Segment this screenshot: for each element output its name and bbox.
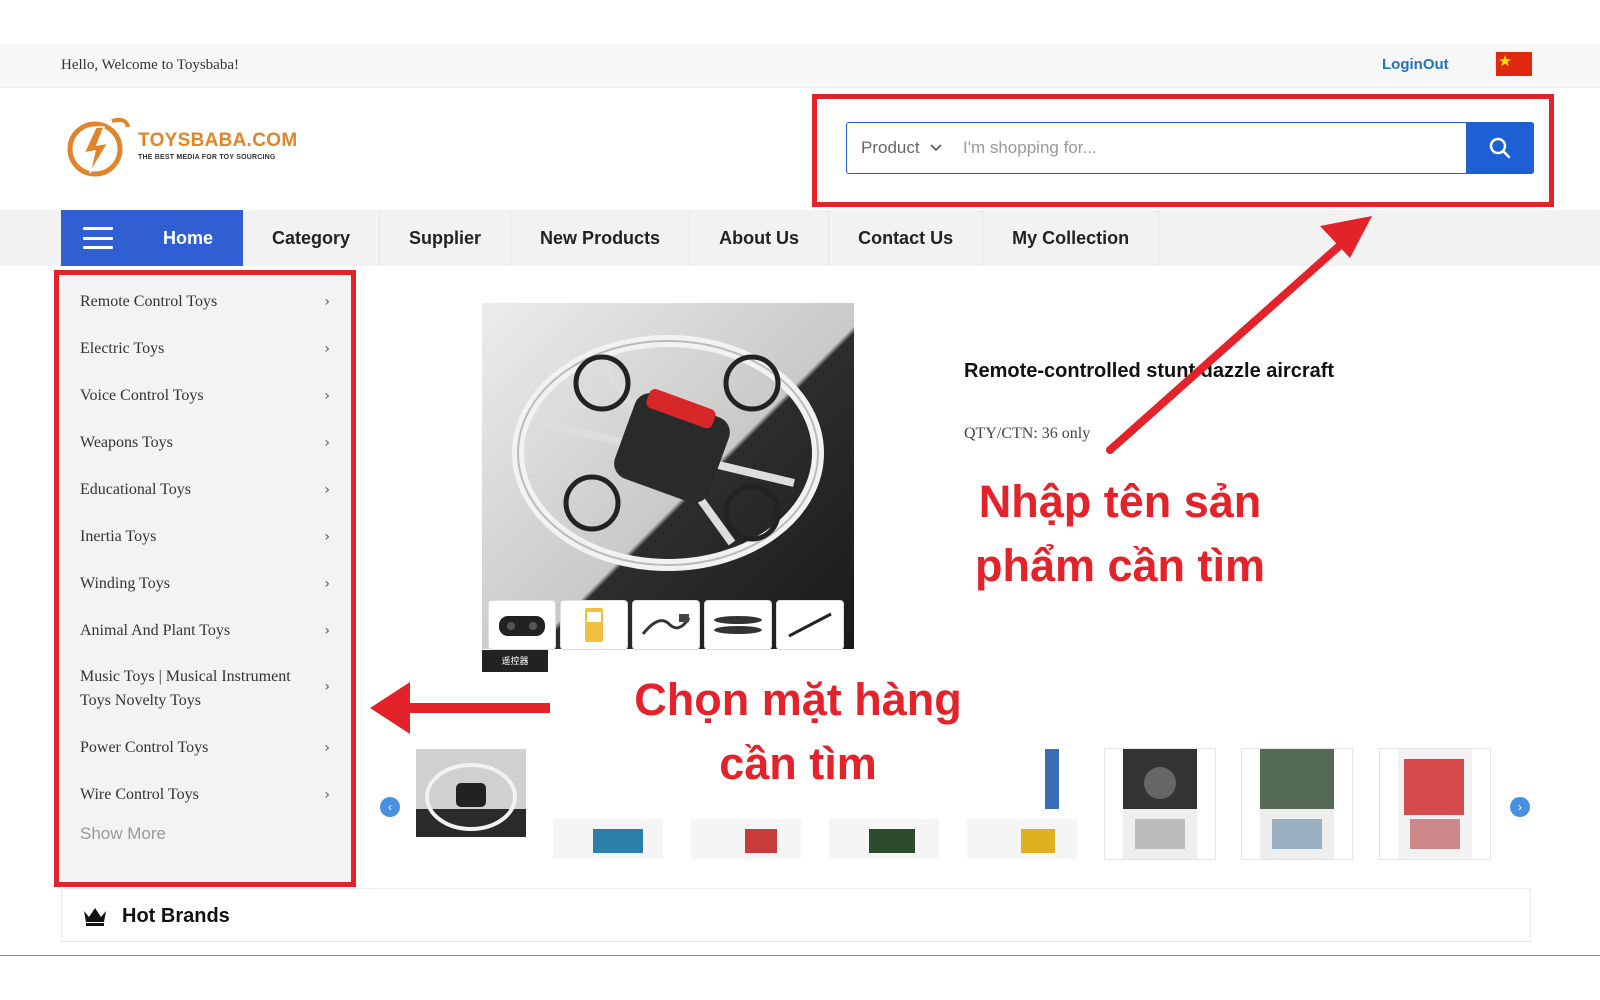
annotation-category-hint: Chọn mặt hàng cần tìm xyxy=(634,674,962,789)
annotation-search-hint: Nhập tên sản phẩm cần tìm xyxy=(974,476,1266,591)
annotation-arrows xyxy=(370,216,1372,734)
